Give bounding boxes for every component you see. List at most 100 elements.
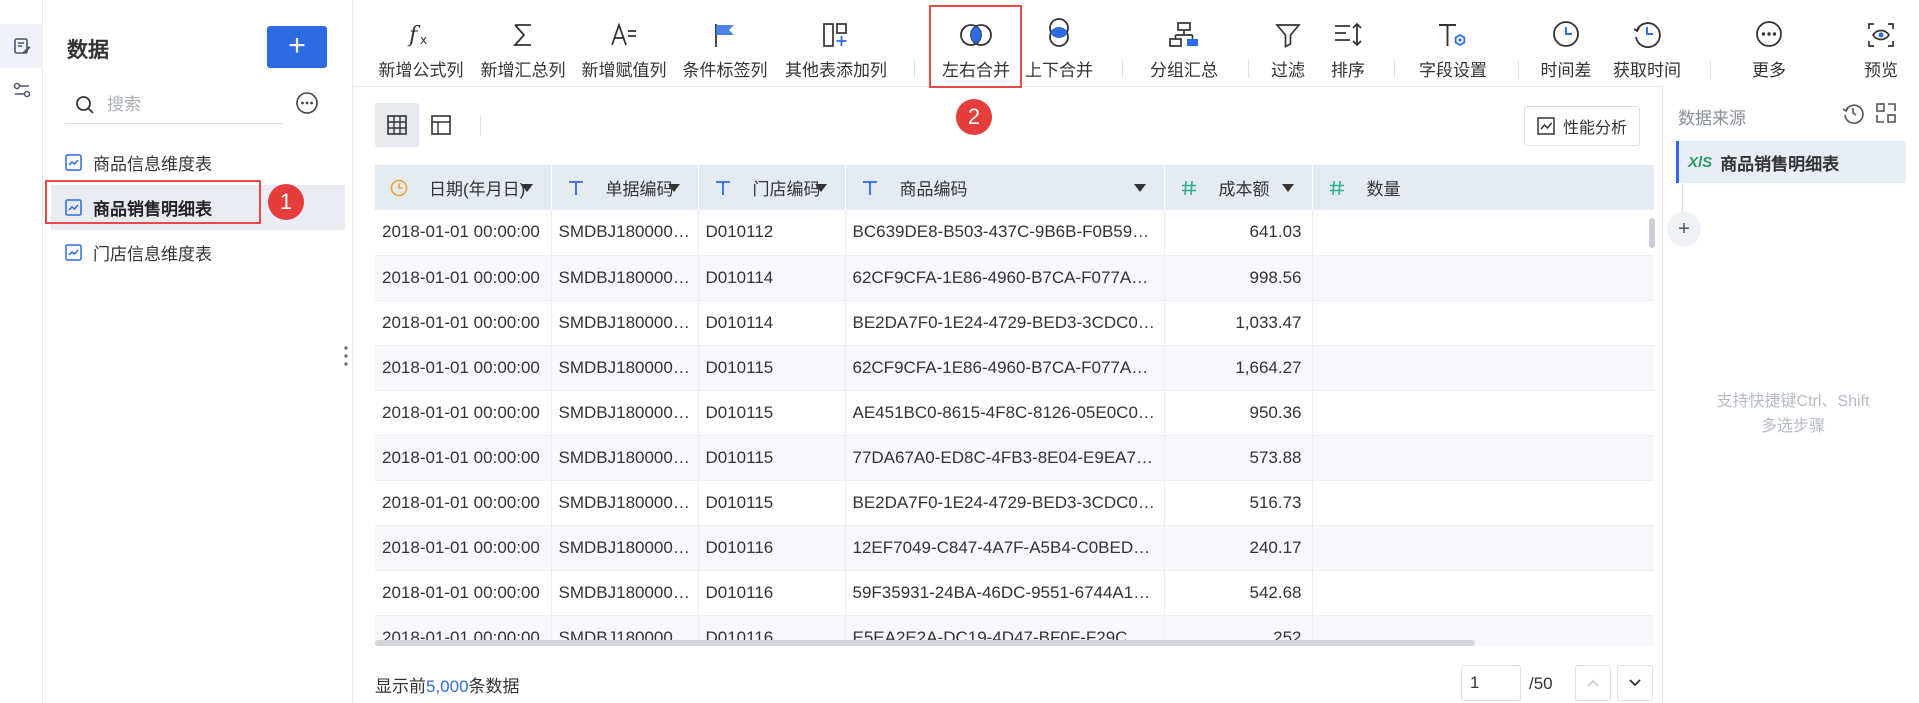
main-area: fx 新增公式列 新增汇总列 新增赋值列 条件标签列 其他表添加列 左右合并 上… <box>353 0 1898 703</box>
search-box <box>65 86 283 124</box>
column-header-label: 数量 <box>1366 180 1401 199</box>
page-number-input[interactable] <box>1461 665 1521 701</box>
add-formula-column-button[interactable]: fx 新增公式列 <box>375 0 467 86</box>
table-row[interactable]: 2018-01-01 00:00:00 SMDBJ18000015 D010115 B… <box>375 480 1654 526</box>
column-header-store-code[interactable]: 门店编码 <box>698 165 846 210</box>
data-source-title: 数据来源 <box>1678 109 1746 128</box>
toolbar-label: 新增赋值列 <box>581 61 667 80</box>
table-cell: 2018-01-01 00:00:00 <box>375 525 552 571</box>
search-input[interactable] <box>107 92 277 118</box>
page-prev-button[interactable] <box>1575 665 1611 701</box>
more-options-icon[interactable] <box>295 91 319 115</box>
table-row[interactable]: 2018-01-01 00:00:00 SMDBJ18000016 D010116 5… <box>375 570 1654 616</box>
form-view-icon <box>431 115 451 135</box>
table-row[interactable]: 2018-01-01 00:00:00 SMDBJ18000010 D010112 B… <box>375 210 1654 256</box>
more-button[interactable]: 更多 <box>1723 0 1815 86</box>
page-next-button[interactable] <box>1617 665 1653 701</box>
table-cell <box>1312 570 1654 616</box>
column-dropdown-icon[interactable] <box>814 184 827 192</box>
column-dropdown-icon[interactable] <box>1281 184 1294 192</box>
toolbar-label: 更多 <box>1752 61 1786 80</box>
table-cell: D010114 <box>698 255 846 301</box>
add-data-button[interactable]: + <box>267 26 327 68</box>
table-row[interactable]: 2018-01-01 00:00:00 SMDBJ18000014 D010114 6… <box>375 255 1654 301</box>
panel-resize-handle[interactable] <box>343 344 349 368</box>
column-dropdown-icon[interactable] <box>520 184 533 192</box>
add-summary-column-button[interactable]: 新增汇总列 <box>477 0 569 86</box>
list-item[interactable]: 门店信息维度表 <box>51 230 345 275</box>
table-cell: 950.36 <box>1164 390 1313 436</box>
toolbar-label: 字段设置 <box>1419 61 1487 80</box>
get-time-button[interactable]: 获取时间 <box>1609 0 1685 86</box>
table-cell: SMDBJ18000015 <box>551 435 699 481</box>
table-row[interactable]: 2018-01-01 00:00:00 SMDBJ18000015 D010115 A… <box>375 390 1654 436</box>
toolbar-separator <box>1518 60 1519 78</box>
data-panel: 数据 + 商品信息维度表 商品销售明细表 门店信息维度表 <box>43 0 353 703</box>
toolbar: fx 新增公式列 新增汇总列 新增赋值列 条件标签列 其他表添加列 左右合并 上… <box>353 0 1898 87</box>
table-cell <box>1312 480 1654 526</box>
table-cell <box>1312 300 1654 346</box>
sigma-icon <box>512 24 531 46</box>
filter-button[interactable]: 过滤 <box>1261 0 1315 86</box>
group-summary-button[interactable]: 分组汇总 <box>1138 0 1230 86</box>
add-assign-column-button[interactable]: 新增赋值列 <box>578 0 670 86</box>
horizontal-scrollbar[interactable] <box>375 640 1475 646</box>
table-cell: AE451BC0-8615-4F8C-8126-05E0C01DDF24 <box>845 390 1165 436</box>
vertical-scrollbar[interactable] <box>1649 218 1655 248</box>
table-cell <box>1312 345 1654 391</box>
table-row[interactable]: 2018-01-01 00:00:00 SMDBJ18000015 D010115 7… <box>375 435 1654 481</box>
add-column-from-other-table-button[interactable]: 其他表添加列 <box>781 0 891 86</box>
column-header-label: 门店编码 <box>752 180 821 199</box>
list-item[interactable]: 商品信息维度表 <box>51 140 345 185</box>
form-view-button[interactable] <box>419 103 463 147</box>
history-icon[interactable] <box>1841 101 1865 125</box>
table-row[interactable]: 2018-01-01 00:00:00 SMDBJ18000015 D010115 6… <box>375 345 1654 391</box>
column-header-product-code[interactable]: 商品编码 <box>845 165 1165 210</box>
rail-process-button[interactable] <box>0 68 43 112</box>
table-cell: SMDBJ18000015 <box>551 345 699 391</box>
column-header-label: 单据编码 <box>605 180 674 199</box>
grid-view-button[interactable] <box>375 103 419 147</box>
grid-view-icon <box>387 115 407 135</box>
sort-button[interactable]: 排序 <box>1321 0 1375 86</box>
toolbar-label: 条件标签列 <box>682 61 768 80</box>
data-source-name: 商品销售明细表 <box>1720 154 1840 174</box>
table-cell: 2018-01-01 00:00:00 <box>375 390 552 436</box>
data-source-panel: 数据来源 XlS 商品销售明细表 + 支持快捷键Ctrl、Shift 多选步骤 <box>1662 87 1919 703</box>
time-diff-button[interactable]: 时间差 <box>1533 0 1599 86</box>
field-settings-button[interactable]: 字段设置 <box>1407 0 1499 86</box>
assign-icon <box>611 22 636 46</box>
table-cell: 2018-01-01 00:00:00 <box>375 570 552 616</box>
view-separator <box>480 116 481 136</box>
toolbar-label: 上下合并 <box>1025 61 1093 80</box>
table-cell: SMDBJ18000016 <box>551 570 699 616</box>
collapse-panel-icon[interactable] <box>1874 101 1898 125</box>
column-dropdown-icon[interactable] <box>1133 184 1146 192</box>
column-header-cost[interactable]: 成本额 <box>1164 165 1313 210</box>
column-dropdown-icon[interactable] <box>667 184 680 192</box>
merge-left-right-button[interactable]: 左右合并 <box>930 0 1022 86</box>
merge-lr-icon <box>960 24 992 46</box>
icon-rail <box>0 0 43 703</box>
data-source-item[interactable]: XlS 商品销售明细表 <box>1676 141 1906 183</box>
column-header-date[interactable]: 日期(年月日) <box>375 165 552 210</box>
preview-button[interactable]: 预览 <box>1851 0 1911 86</box>
row-count-suffix: 条数据 <box>468 677 520 696</box>
add-step-button[interactable]: + <box>1667 212 1701 246</box>
list-item-label: 门店信息维度表 <box>93 245 212 264</box>
toolbar-label: 预览 <box>1864 61 1898 80</box>
merge-top-bottom-button[interactable]: 上下合并 <box>1023 0 1095 86</box>
column-header-quantity[interactable]: 数量 <box>1312 165 1654 210</box>
column-header-doc-code[interactable]: 单据编码 <box>551 165 699 210</box>
performance-analysis-button[interactable]: 性能分析 <box>1523 106 1640 146</box>
table-row[interactable]: 2018-01-01 00:00:00 SMDBJ18000014 D010114 B… <box>375 300 1654 346</box>
rail-data-button[interactable] <box>0 24 43 68</box>
column-header-label: 商品编码 <box>899 180 968 199</box>
table-row[interactable]: 2018-01-01 00:00:00 SMDBJ18000016 D010116 1… <box>375 525 1654 571</box>
chart-table-icon <box>65 154 82 171</box>
table-cell: D010116 <box>698 525 846 571</box>
toolbar-separator <box>1248 60 1249 78</box>
table-cell <box>1312 525 1654 571</box>
toolbar-label: 获取时间 <box>1613 61 1681 80</box>
condition-tag-column-button[interactable]: 条件标签列 <box>679 0 771 86</box>
